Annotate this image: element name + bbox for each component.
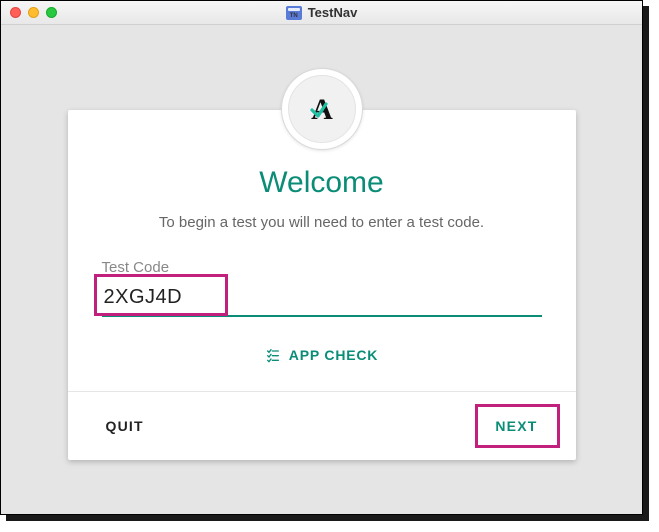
window-title-text: TestNav [308,5,358,20]
subtitle-text: To begin a test you will need to enter a… [102,214,542,231]
logo-circle: A [281,68,363,150]
card-footer: QUIT NEXT [68,392,576,460]
welcome-heading: Welcome [102,166,542,200]
window-controls [10,7,57,18]
next-button-wrap: NEXT [483,410,549,442]
test-code-input[interactable] [102,282,542,317]
workspace: A Welcome To begin a test you will need … [1,25,642,514]
minimize-icon[interactable] [28,7,39,18]
app-check-button[interactable]: APP CHECK [102,341,542,369]
app-check-label: APP CHECK [289,347,378,363]
next-button[interactable]: NEXT [483,410,549,442]
zoom-icon[interactable] [46,7,57,18]
card-body: Welcome To begin a test you will need to… [68,110,576,391]
test-code-field-wrap [102,282,542,317]
login-card: A Welcome To begin a test you will need … [68,110,576,460]
window-title: TN TestNav [1,5,642,20]
logo-icon: A [288,75,356,143]
list-check-icon [265,347,281,363]
close-icon[interactable] [10,7,21,18]
quit-button[interactable]: QUIT [94,410,156,442]
app-window: TN TestNav A Welcome To begin a test you… [0,0,643,515]
window-titlebar: TN TestNav [1,1,642,25]
app-icon: TN [286,6,302,20]
test-code-label: Test Code [102,259,542,276]
